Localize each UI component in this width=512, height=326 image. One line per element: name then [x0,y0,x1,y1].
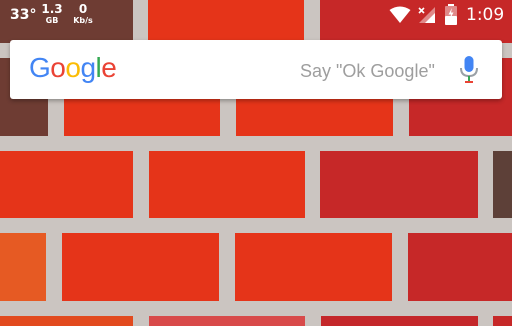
wifi-icon [389,6,411,23]
wallpaper-brick [0,151,133,218]
memory-value: 1.3 [41,2,63,16]
google-search-bar[interactable]: Google Say "Ok Google" [10,40,502,99]
wallpaper-brick [493,316,512,326]
google-logo-letter: e [101,52,117,83]
mic-icon[interactable] [458,54,480,86]
wallpaper-brick [0,316,133,326]
wallpaper-brick [408,233,512,301]
wallpaper-brick [0,233,46,301]
network-speed-unit: Kb/s [73,16,93,25]
wallpaper-brick [149,316,305,326]
wallpaper-brick [149,151,305,218]
wallpaper-brick [62,233,219,301]
wallpaper-brick [321,316,478,326]
wallpaper-brick [493,151,512,218]
google-logo-letter: g [80,52,96,83]
google-logo-letter: o [65,52,81,83]
signal-icon [418,7,435,23]
google-logo-letter: o [50,52,66,83]
memory-indicator: 1.3 GB [41,3,63,26]
network-speed-indicator: 0 Kb/s [70,3,96,26]
memory-unit: GB [45,16,59,25]
network-speed-value: 0 [78,2,88,16]
search-hint: Say "Ok Google" [300,61,435,81]
status-bar: 33° 1.3 GB 0 Kb/s 1:09 [0,0,512,30]
clock: 1:09 [466,5,505,25]
battery-icon [445,4,457,25]
wallpaper-brick [235,233,392,301]
google-logo-letter: G [29,52,51,83]
temperature-indicator: 33° [10,7,37,23]
google-logo: Google [29,51,117,85]
wallpaper-brick [320,151,478,218]
